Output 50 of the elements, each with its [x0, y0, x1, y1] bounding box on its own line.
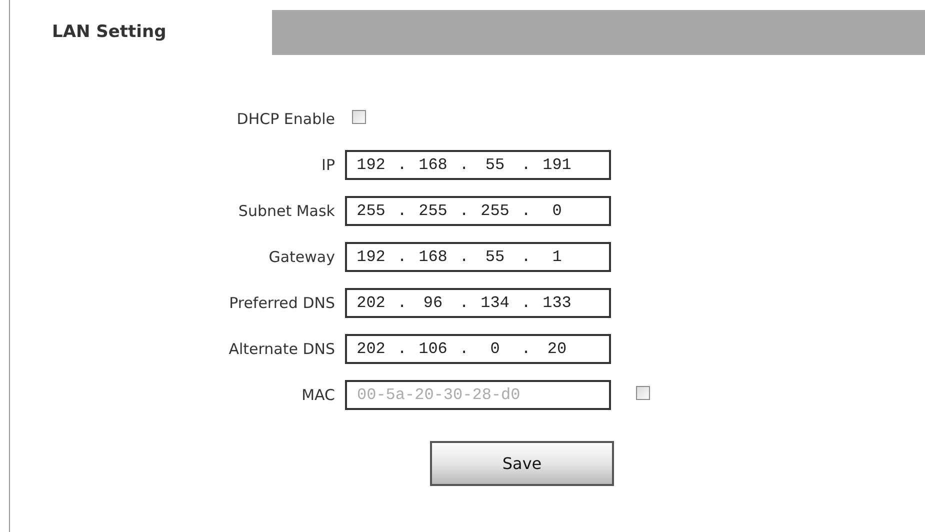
octet-separator: .	[520, 293, 532, 314]
octet-separator: .	[396, 293, 408, 314]
octet-separator: .	[458, 339, 470, 360]
octet-separator: .	[458, 293, 470, 314]
octet-separator: .	[396, 155, 408, 176]
octet-value: 133	[542, 293, 572, 314]
octet-value: 255	[480, 201, 510, 222]
field-label: MAC	[302, 386, 335, 404]
octet-separator: .	[458, 201, 470, 222]
octet-value: 191	[542, 155, 572, 176]
octet-value: 202	[356, 339, 386, 360]
octet-value: 192	[356, 155, 386, 176]
ip-address-field[interactable]: 255 . 255 . 255 . 0	[345, 196, 611, 226]
field-label: Gateway	[268, 248, 335, 266]
octet-separator: .	[520, 339, 532, 360]
octet-separator: .	[520, 201, 532, 222]
octet-value: 202	[356, 293, 386, 314]
field-label: Alternate DNS	[228, 340, 335, 358]
octet-separator: .	[458, 247, 470, 268]
octet-value: 168	[418, 155, 448, 176]
octet-separator: .	[396, 201, 408, 222]
octet-value: 96	[422, 293, 444, 314]
field-label: Preferred DNS	[229, 294, 335, 312]
octet-separator: .	[396, 339, 408, 360]
octet-value: 1	[551, 247, 563, 268]
octet-value: 255	[356, 201, 386, 222]
octet-value: 106	[418, 339, 448, 360]
octet-value: 255	[418, 201, 448, 222]
section-title: LAN Setting	[52, 20, 166, 44]
octet-separator: .	[396, 247, 408, 268]
octet-separator: .	[458, 155, 470, 176]
field-label: Subnet Mask	[238, 202, 335, 220]
octet-separator: .	[520, 247, 532, 268]
ip-address-field[interactable]: 202 . 106 . 0 . 20	[345, 334, 611, 364]
octet-value: 168	[418, 247, 448, 268]
octet-value: 55	[484, 247, 506, 268]
octet-value: 134	[480, 293, 510, 314]
ip-address-field[interactable]: 202 . 96 . 134 . 133	[345, 288, 611, 318]
octet-value: 0	[551, 201, 563, 222]
ip-address-field[interactable]: 192 . 168 . 55 . 191	[345, 150, 611, 180]
octet-value: 55	[484, 155, 506, 176]
checkbox[interactable]	[352, 110, 366, 124]
field-label: IP	[322, 156, 335, 174]
octet-value: 192	[356, 247, 386, 268]
octet-value: 0	[489, 339, 501, 360]
octet-value: 20	[546, 339, 568, 360]
ip-address-field[interactable]: 192 . 168 . 55 . 1	[345, 242, 611, 272]
octet-separator: .	[520, 155, 532, 176]
field-label: DHCP Enable	[236, 110, 335, 128]
save-button[interactable]: Save	[430, 441, 614, 486]
